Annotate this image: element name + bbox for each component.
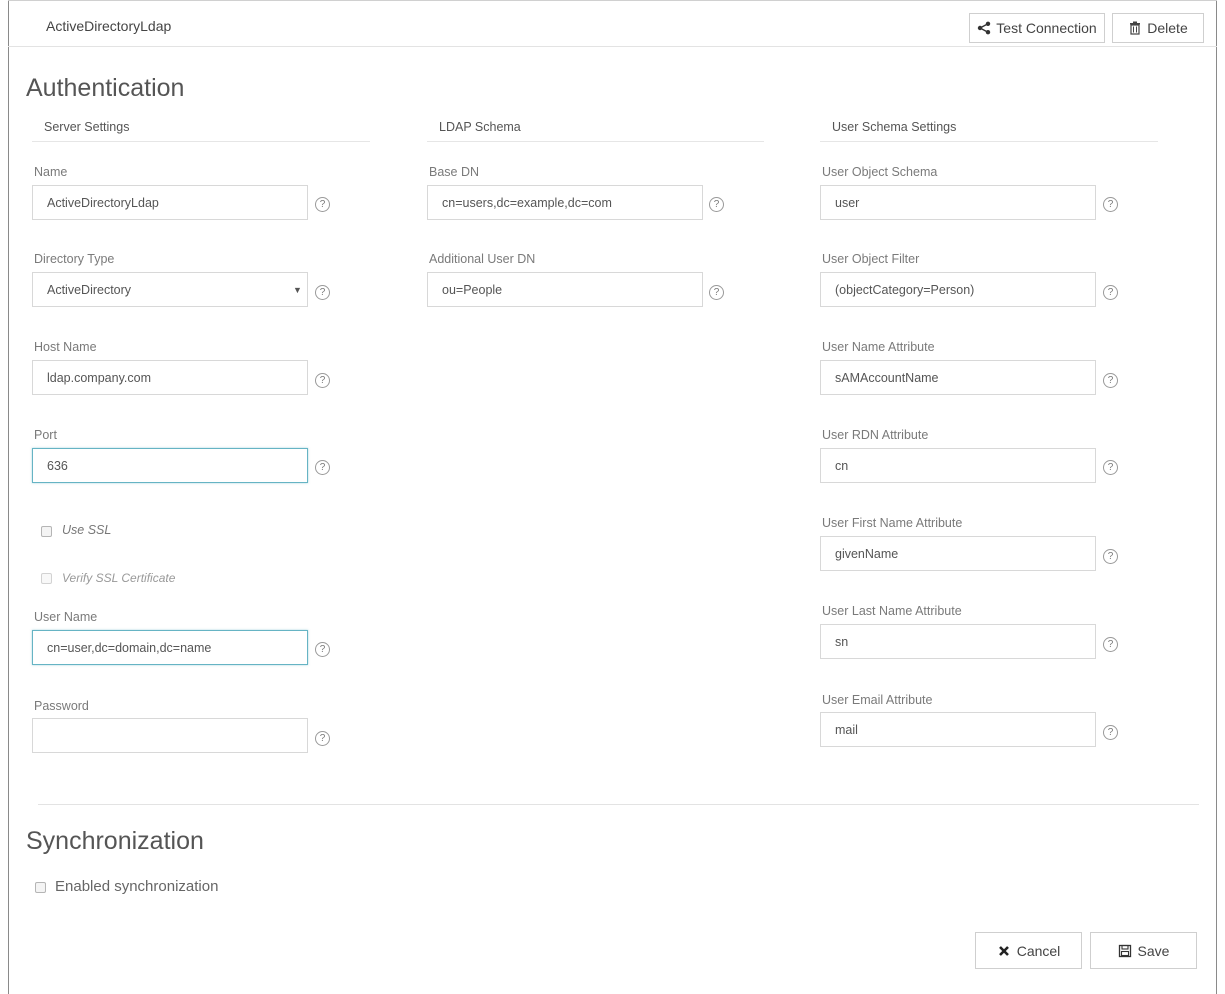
user-object-schema-label: User Object Schema bbox=[822, 165, 938, 179]
base-dn-field[interactable]: cn=users,dc=example,dc=com bbox=[427, 185, 703, 220]
user-first-name-attribute-label: User First Name Attribute bbox=[822, 516, 963, 530]
name-label: Name bbox=[34, 165, 68, 179]
user-last-name-attribute-label: User Last Name Attribute bbox=[822, 604, 962, 618]
user-last-name-attribute-help-icon[interactable]: ? bbox=[1103, 637, 1118, 652]
enabled-synchronization-checkbox[interactable] bbox=[35, 882, 46, 893]
user-rdn-attribute-help-icon[interactable]: ? bbox=[1103, 460, 1118, 475]
user-first-name-attribute-help-icon[interactable]: ? bbox=[1103, 549, 1118, 564]
base-dn-label: Base DN bbox=[429, 165, 480, 179]
port-help-icon[interactable]: ? bbox=[315, 460, 330, 475]
user-object-schema-field[interactable]: user bbox=[820, 185, 1096, 220]
host-name-help-icon[interactable]: ? bbox=[315, 373, 330, 388]
floppy-disk-icon bbox=[1118, 944, 1131, 957]
name-help-icon[interactable]: ? bbox=[315, 197, 330, 212]
user-name-attribute-help-icon[interactable]: ? bbox=[1103, 373, 1118, 388]
page-title: ActiveDirectoryLdap bbox=[46, 18, 172, 34]
dropdown-caret-icon: ▼ bbox=[293, 285, 302, 295]
host-name-label: Host Name bbox=[34, 340, 97, 354]
password-help-icon[interactable]: ? bbox=[315, 731, 330, 746]
user-object-filter-label: User Object Filter bbox=[822, 252, 920, 266]
password-label: Password bbox=[34, 699, 89, 713]
port-field[interactable]: 636 bbox=[32, 448, 308, 483]
delete-label: Delete bbox=[1147, 20, 1188, 36]
directory-type-value: ActiveDirectory bbox=[47, 282, 132, 297]
user-rdn-attribute-label: User RDN Attribute bbox=[822, 428, 929, 442]
user-object-filter-help-icon[interactable]: ? bbox=[1103, 285, 1118, 300]
user-email-attribute-field[interactable]: mail bbox=[820, 712, 1096, 747]
save-button[interactable]: Save bbox=[1090, 932, 1197, 969]
user-first-name-attribute-field[interactable]: givenName bbox=[820, 536, 1096, 571]
directory-type-select[interactable]: ActiveDirectory bbox=[32, 272, 308, 307]
user-object-filter-field[interactable]: (objectCategory=Person) bbox=[820, 272, 1096, 307]
cancel-button[interactable]: Cancel bbox=[975, 932, 1082, 969]
user-object-schema-help-icon[interactable]: ? bbox=[1103, 197, 1118, 212]
delete-button[interactable]: Delete bbox=[1112, 13, 1204, 43]
ldap-schema-heading: LDAP Schema bbox=[439, 120, 521, 134]
trash-icon bbox=[1130, 21, 1141, 35]
user-email-attribute-help-icon[interactable]: ? bbox=[1103, 725, 1118, 740]
user-last-name-attribute-field[interactable]: sn bbox=[820, 624, 1096, 659]
cancel-label: Cancel bbox=[1016, 942, 1061, 959]
user-name-help-icon[interactable]: ? bbox=[315, 642, 330, 657]
share-icon bbox=[978, 21, 991, 35]
user-name-label: User Name bbox=[34, 610, 98, 624]
close-icon bbox=[998, 945, 1009, 956]
user-schema-heading: User Schema Settings bbox=[832, 120, 957, 134]
user-email-attribute-label: User Email Attribute bbox=[822, 693, 933, 707]
additional-user-dn-label: Additional User DN bbox=[429, 252, 536, 266]
user-name-attribute-label: User Name Attribute bbox=[822, 340, 935, 354]
server-settings-underline bbox=[32, 141, 370, 142]
additional-user-dn-field[interactable]: ou=People bbox=[427, 272, 703, 307]
verify-ssl-checkbox[interactable] bbox=[41, 573, 52, 584]
verify-ssl-label: Verify SSL Certificate bbox=[62, 571, 176, 585]
user-name-attribute-field[interactable]: sAMAccountName bbox=[820, 360, 1096, 395]
section-divider bbox=[38, 804, 1199, 805]
host-name-field[interactable]: ldap.company.com bbox=[32, 360, 308, 395]
name-field[interactable]: ActiveDirectoryLdap bbox=[32, 185, 308, 220]
authentication-title: Authentication bbox=[26, 74, 185, 102]
synchronization-title: Synchronization bbox=[26, 827, 204, 855]
server-settings-heading: Server Settings bbox=[44, 120, 130, 134]
use-ssl-checkbox[interactable] bbox=[41, 526, 52, 537]
test-connection-label: Test Connection bbox=[996, 20, 1097, 36]
additional-user-dn-help-icon[interactable]: ? bbox=[709, 285, 724, 300]
test-connection-button[interactable]: Test Connection bbox=[969, 13, 1105, 43]
user-schema-underline bbox=[820, 141, 1158, 142]
enabled-synchronization-label: Enabled synchronization bbox=[55, 878, 219, 895]
directory-type-help-icon[interactable]: ? bbox=[315, 285, 330, 300]
password-field[interactable] bbox=[32, 718, 308, 753]
user-name-field[interactable]: cn=user,dc=domain,dc=name bbox=[32, 630, 308, 665]
base-dn-help-icon[interactable]: ? bbox=[709, 197, 724, 212]
ldap-schema-underline bbox=[427, 141, 764, 142]
port-label: Port bbox=[34, 428, 57, 442]
top-bar: ActiveDirectoryLdap Test Connection Dele… bbox=[8, 0, 1217, 47]
directory-type-label: Directory Type bbox=[34, 252, 115, 266]
use-ssl-label: Use SSL bbox=[62, 523, 112, 537]
user-rdn-attribute-field[interactable]: cn bbox=[820, 448, 1096, 483]
save-label: Save bbox=[1137, 942, 1170, 959]
